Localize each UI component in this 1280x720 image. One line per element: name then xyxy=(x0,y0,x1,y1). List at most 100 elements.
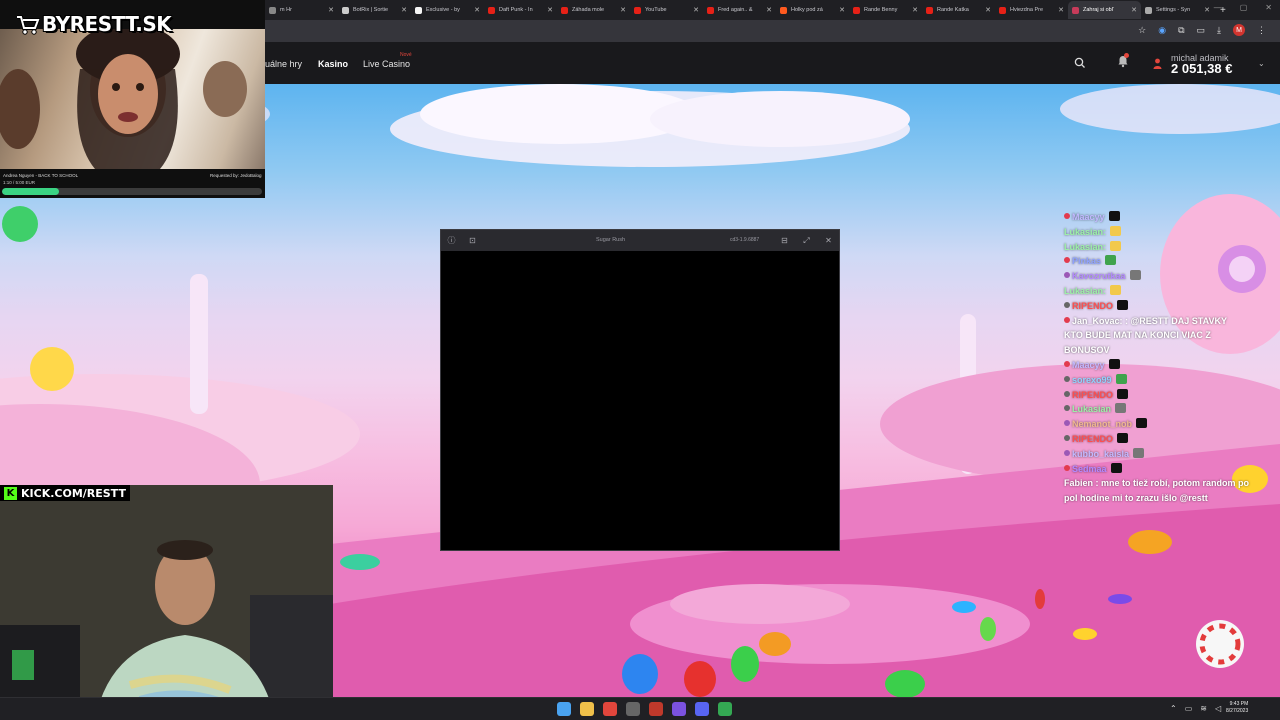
tab-close-icon[interactable]: ✕ xyxy=(693,6,699,14)
chrome-icon[interactable] xyxy=(718,702,732,716)
windows-start-icon[interactable] xyxy=(557,702,571,716)
cart-icon xyxy=(17,15,40,35)
chat-message: Sedmaa xyxy=(1064,462,1278,477)
chat-badge-icon xyxy=(1064,449,1070,456)
tab-close-icon[interactable]: ✕ xyxy=(401,6,407,14)
nav-new-badge: Nové xyxy=(400,52,412,58)
tray-chevron-icon[interactable]: ⌃ xyxy=(1170,704,1177,713)
chat-message: Maacyy xyxy=(1064,358,1278,373)
fullscreen-icon[interactable]: ⤢ xyxy=(801,235,812,246)
kick-url: KICK.COM/RESTT xyxy=(21,486,126,500)
audio-icon[interactable]: ◉ xyxy=(1158,25,1166,36)
sidebar-icon[interactable]: ▭ xyxy=(1197,25,1206,36)
tab-favicon-icon xyxy=(561,6,568,14)
tab-close-icon[interactable]: ✕ xyxy=(766,6,772,14)
chat-emote-icon xyxy=(1117,432,1129,443)
volume-icon[interactable]: ◁ xyxy=(1215,704,1221,713)
tab-close-icon[interactable]: ✕ xyxy=(328,6,334,14)
browser-tab[interactable]: m Hr ✕ xyxy=(265,1,338,19)
user-icon[interactable] xyxy=(1153,58,1162,69)
file-explorer-icon[interactable] xyxy=(580,702,594,716)
browser-tab[interactable]: Settings - Syn ✕ xyxy=(1141,1,1214,19)
info-icon[interactable]: ⓘ xyxy=(446,235,457,246)
chat-message: RIPENDO xyxy=(1064,299,1278,314)
extensions-icon[interactable]: ⧉ xyxy=(1178,25,1184,36)
nav-live-casino[interactable]: Live Casino xyxy=(363,59,410,69)
screen-icon[interactable]: ⊡ xyxy=(467,235,478,246)
chat-message: pol hodine mi to zrazu išlo @restt xyxy=(1064,491,1278,506)
tab-favicon-icon xyxy=(926,6,933,14)
terminal-icon[interactable] xyxy=(626,702,640,716)
tab-favicon-icon xyxy=(342,6,349,14)
browser-tab[interactable]: Rande Katka ✕ xyxy=(922,1,995,19)
browser-tab[interactable]: YouTube ✕ xyxy=(630,1,703,19)
chat-emote-icon xyxy=(1110,225,1122,236)
chat-text: Lukasian: xyxy=(1064,226,1107,237)
chat-emote-icon xyxy=(1129,270,1141,281)
browser-tab[interactable]: Záhada mole ✕ xyxy=(557,1,630,19)
kick-logo-icon: K xyxy=(4,486,17,500)
browser-tab[interactable]: Fred again.. & ✕ xyxy=(703,1,776,19)
tab-label: Settings - Syn xyxy=(1156,7,1191,13)
tab-close-icon[interactable]: ✕ xyxy=(1131,6,1137,14)
webcam-picture xyxy=(0,485,333,720)
chat-message: RIPENDO xyxy=(1064,388,1278,403)
wifi-icon[interactable]: ≋ xyxy=(1200,704,1207,713)
chat-message: kubbo_kaisla xyxy=(1064,447,1278,462)
system-tray: ⌃ ▭ ≋ ◁ xyxy=(1170,704,1221,713)
tray-icons[interactable]: ▭ xyxy=(1185,704,1193,713)
chat-message: Lukasian: xyxy=(1064,225,1278,240)
tab-close-icon[interactable]: ✕ xyxy=(912,6,918,14)
browser-tab[interactable]: Zahraj si obľ ✕ xyxy=(1068,1,1141,19)
account-balance[interactable]: 2 051,38 € xyxy=(1171,61,1232,76)
tab-close-icon[interactable]: ✕ xyxy=(1058,6,1064,14)
tab-favicon-icon xyxy=(1145,6,1152,14)
tab-close-icon[interactable]: ✕ xyxy=(620,6,626,14)
chevron-down-icon[interactable]: ⌄ xyxy=(1258,59,1265,68)
stream-chat: Maacyy Lukasian: Lukasian: Pinkas Kavozrutka… xyxy=(1064,210,1278,506)
tab-favicon-icon xyxy=(269,6,276,14)
chat-message: Jan_Kovac: : @RESTT DAJ STAVKY xyxy=(1064,314,1278,329)
tab-label: YouTube xyxy=(645,7,667,13)
browser-tab[interactable]: Hviezdna Pre ✕ xyxy=(995,1,1068,19)
close-game-icon[interactable]: ✕ xyxy=(823,235,834,246)
browser-tab[interactable]: Rande Benny ✕ xyxy=(849,1,922,19)
tab-label: Rande Benny xyxy=(864,7,898,13)
tab-close-icon[interactable]: ✕ xyxy=(839,6,845,14)
brave-browser-icon[interactable] xyxy=(603,702,617,716)
stream-logo: BYRESTT.SK xyxy=(42,12,172,36)
downloads-icon[interactable]: ⤓ xyxy=(1217,25,1221,36)
discord-icon[interactable] xyxy=(695,702,709,716)
song-progress-fill xyxy=(2,188,60,195)
menu-kebab-icon[interactable]: ⋮ xyxy=(1257,25,1266,36)
obs-icon[interactable] xyxy=(649,702,663,716)
tab-close-icon[interactable]: ✕ xyxy=(547,6,553,14)
minimize-icon[interactable]: — xyxy=(1214,3,1222,12)
nav-kasino[interactable]: Kasino xyxy=(318,59,348,69)
system-clock[interactable]: 9:43 PM 8/27/2023 xyxy=(1226,701,1248,715)
minimize-game-icon[interactable]: ⊟ xyxy=(779,235,790,246)
chat-emote-icon xyxy=(1105,255,1117,266)
bookmark-star-icon[interactable]: ☆ xyxy=(1138,25,1146,36)
tab-close-icon[interactable]: ✕ xyxy=(474,6,480,14)
close-window-icon[interactable]: ✕ xyxy=(1265,3,1272,12)
chat-text: Lukasian xyxy=(1072,404,1112,415)
tab-close-icon[interactable]: ✕ xyxy=(1204,6,1210,14)
game-canvas[interactable] xyxy=(441,251,839,550)
tab-favicon-icon xyxy=(707,6,714,14)
profile-avatar[interactable]: M xyxy=(1233,24,1245,36)
tab-favicon-icon xyxy=(999,6,1006,14)
chat-text: Nemanot_nob xyxy=(1072,419,1133,430)
browser-tab[interactable]: Daft Punk - In ✕ xyxy=(484,1,557,19)
tab-close-icon[interactable]: ✕ xyxy=(985,6,991,14)
twitch-icon[interactable] xyxy=(672,702,686,716)
nav-virtual-games[interactable]: uálne hry xyxy=(265,59,302,69)
browser-tab[interactable]: Exclusive - by ✕ xyxy=(411,1,484,19)
browser-tab[interactable]: BotRix | Sortie ✕ xyxy=(338,1,411,19)
maximize-icon[interactable]: ▢ xyxy=(1240,3,1248,12)
search-icon[interactable] xyxy=(1074,57,1086,69)
chat-text: pol hodine mi to zrazu išlo @restt xyxy=(1064,493,1208,504)
tab-label: Zahraj si obľ xyxy=(1083,7,1114,13)
browser-tab[interactable]: Holky pod zá ✕ xyxy=(776,1,849,19)
tab-favicon-icon xyxy=(1072,6,1079,14)
